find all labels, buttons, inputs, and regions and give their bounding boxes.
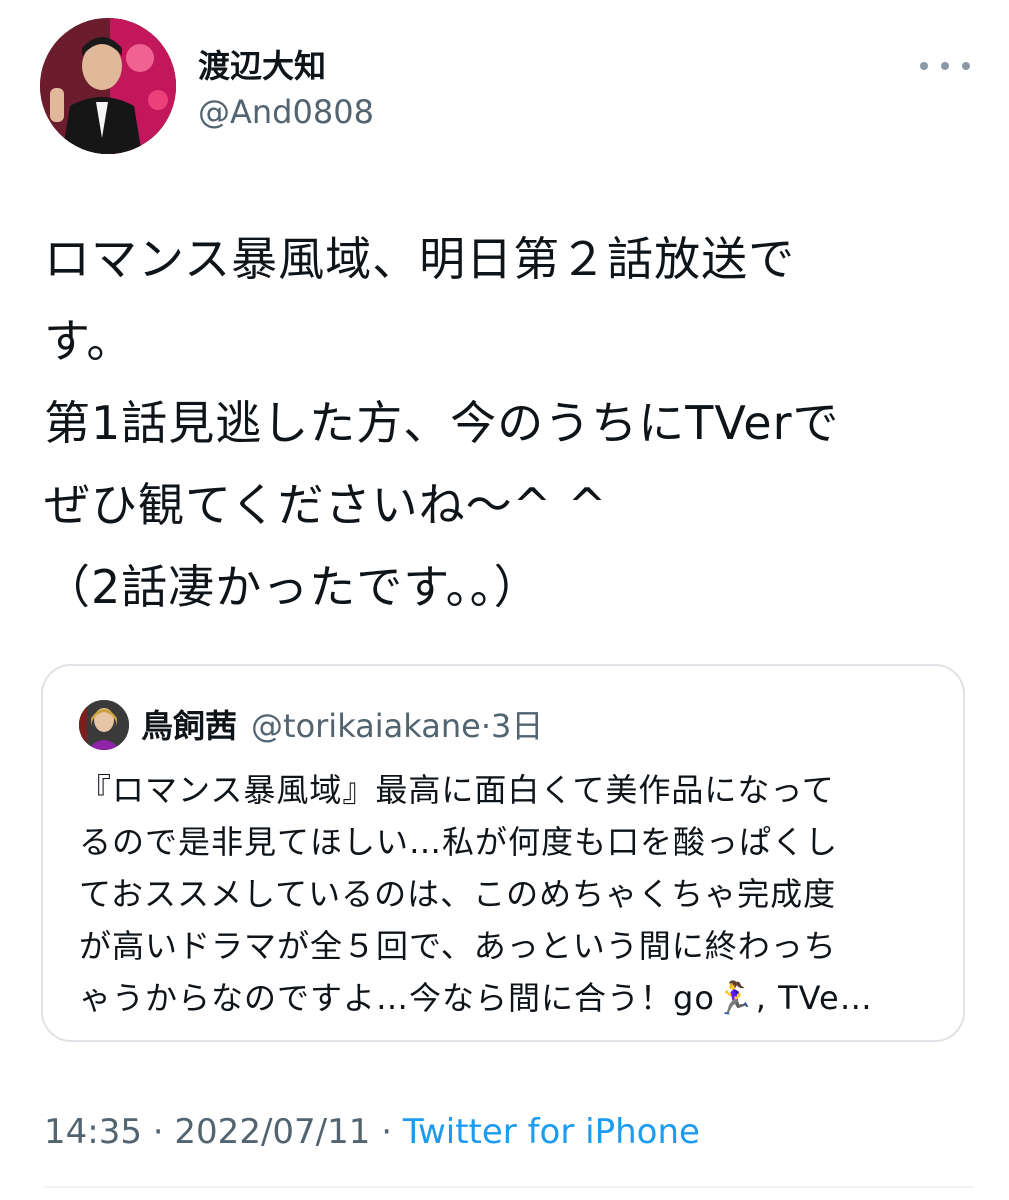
quoted-tweet-card[interactable]: 鳥飼茜 @torikaiakane·3日 『ロマンス暴風域』最高に面白くて美作品に… <box>41 664 965 1042</box>
quoted-tweet-header: 鳥飼茜 @torikaiakane·3日 <box>141 704 543 748</box>
divider <box>44 1186 974 1188</box>
more-options-button[interactable] <box>920 52 970 80</box>
tweet-source-link[interactable]: Twitter for iPhone <box>403 1112 700 1152</box>
meta-separator: · <box>370 1112 403 1152</box>
quoted-author-avatar-image <box>79 700 129 750</box>
tweet-meta: 14:35 · 2022/07/11 · Twitter for iPhone <box>44 1110 700 1154</box>
quoted-tweet-text: 『ロマンス暴風域』最高に面白くて美作品になって るので是非見てほしい…私が何度も… <box>79 771 873 1017</box>
quoted-tweet-time: 3日 <box>490 707 544 745</box>
author-avatar[interactable] <box>40 18 176 154</box>
tweet-date[interactable]: 2022/07/11 <box>174 1112 370 1152</box>
tweet-text: ロマンス暴風域、明日第２話放送で す。 第1話見逃した方、今のうちにTVerで … <box>44 232 840 614</box>
quoted-author-avatar <box>79 700 129 750</box>
author-avatar-image <box>40 18 176 154</box>
more-horizontal-icon-dot <box>941 62 949 70</box>
author-display-name[interactable]: 渡辺大知 <box>198 46 326 86</box>
more-horizontal-icon-dot <box>962 62 970 70</box>
quoted-author-handle: @torikaiakane <box>251 707 481 745</box>
author-handle[interactable]: @And0808 <box>198 92 374 132</box>
tweet-time[interactable]: 14:35 <box>44 1112 142 1152</box>
quoted-author-display-name: 鳥飼茜 <box>141 707 238 745</box>
more-horizontal-icon <box>920 62 928 70</box>
quoted-tweet-separator: · <box>480 707 491 745</box>
meta-separator: · <box>141 1112 175 1152</box>
